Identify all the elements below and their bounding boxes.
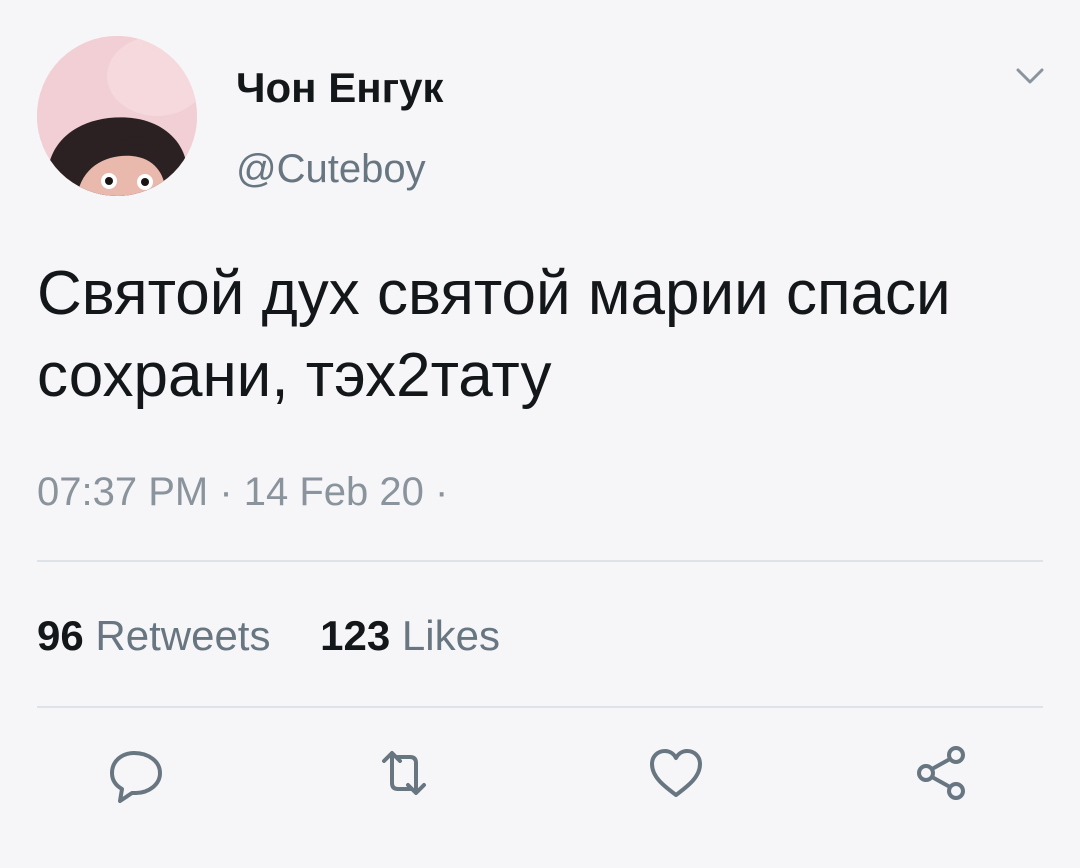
share-icon: [910, 741, 974, 810]
retweets-stat[interactable]: 96 Retweets: [37, 609, 270, 663]
divider: [37, 560, 1043, 562]
retweet-icon: [372, 741, 436, 810]
divider: [37, 706, 1043, 708]
tweet-stats: 96 Retweets 123 Likes: [37, 609, 538, 663]
avatar[interactable]: [37, 36, 197, 196]
tweet-text: Святой дух святой марии спаси сохрани, т…: [37, 259, 951, 410]
retweets-label: Retweets: [95, 612, 271, 659]
user-handle[interactable]: @Cuteboy: [236, 143, 426, 195]
likes-label: Likes: [401, 612, 500, 659]
share-button[interactable]: [907, 740, 977, 810]
retweets-count: 96: [37, 612, 84, 659]
likes-count: 123: [320, 612, 391, 659]
likes-stat[interactable]: 123 Likes: [320, 609, 500, 663]
like-icon: [644, 741, 708, 810]
reply-button[interactable]: [101, 740, 171, 810]
tweet-card: Чон Енгук @Cuteboy Святой дух святой мар…: [0, 0, 1080, 868]
reply-icon: [104, 741, 168, 810]
display-name[interactable]: Чон Енгук: [236, 62, 443, 114]
tweet-timestamp[interactable]: 07:37 PM · 14 Feb 20 ·: [37, 467, 448, 517]
retweet-button[interactable]: [369, 740, 439, 810]
like-button[interactable]: [641, 740, 711, 810]
chevron-down-icon[interactable]: [1010, 62, 1050, 92]
